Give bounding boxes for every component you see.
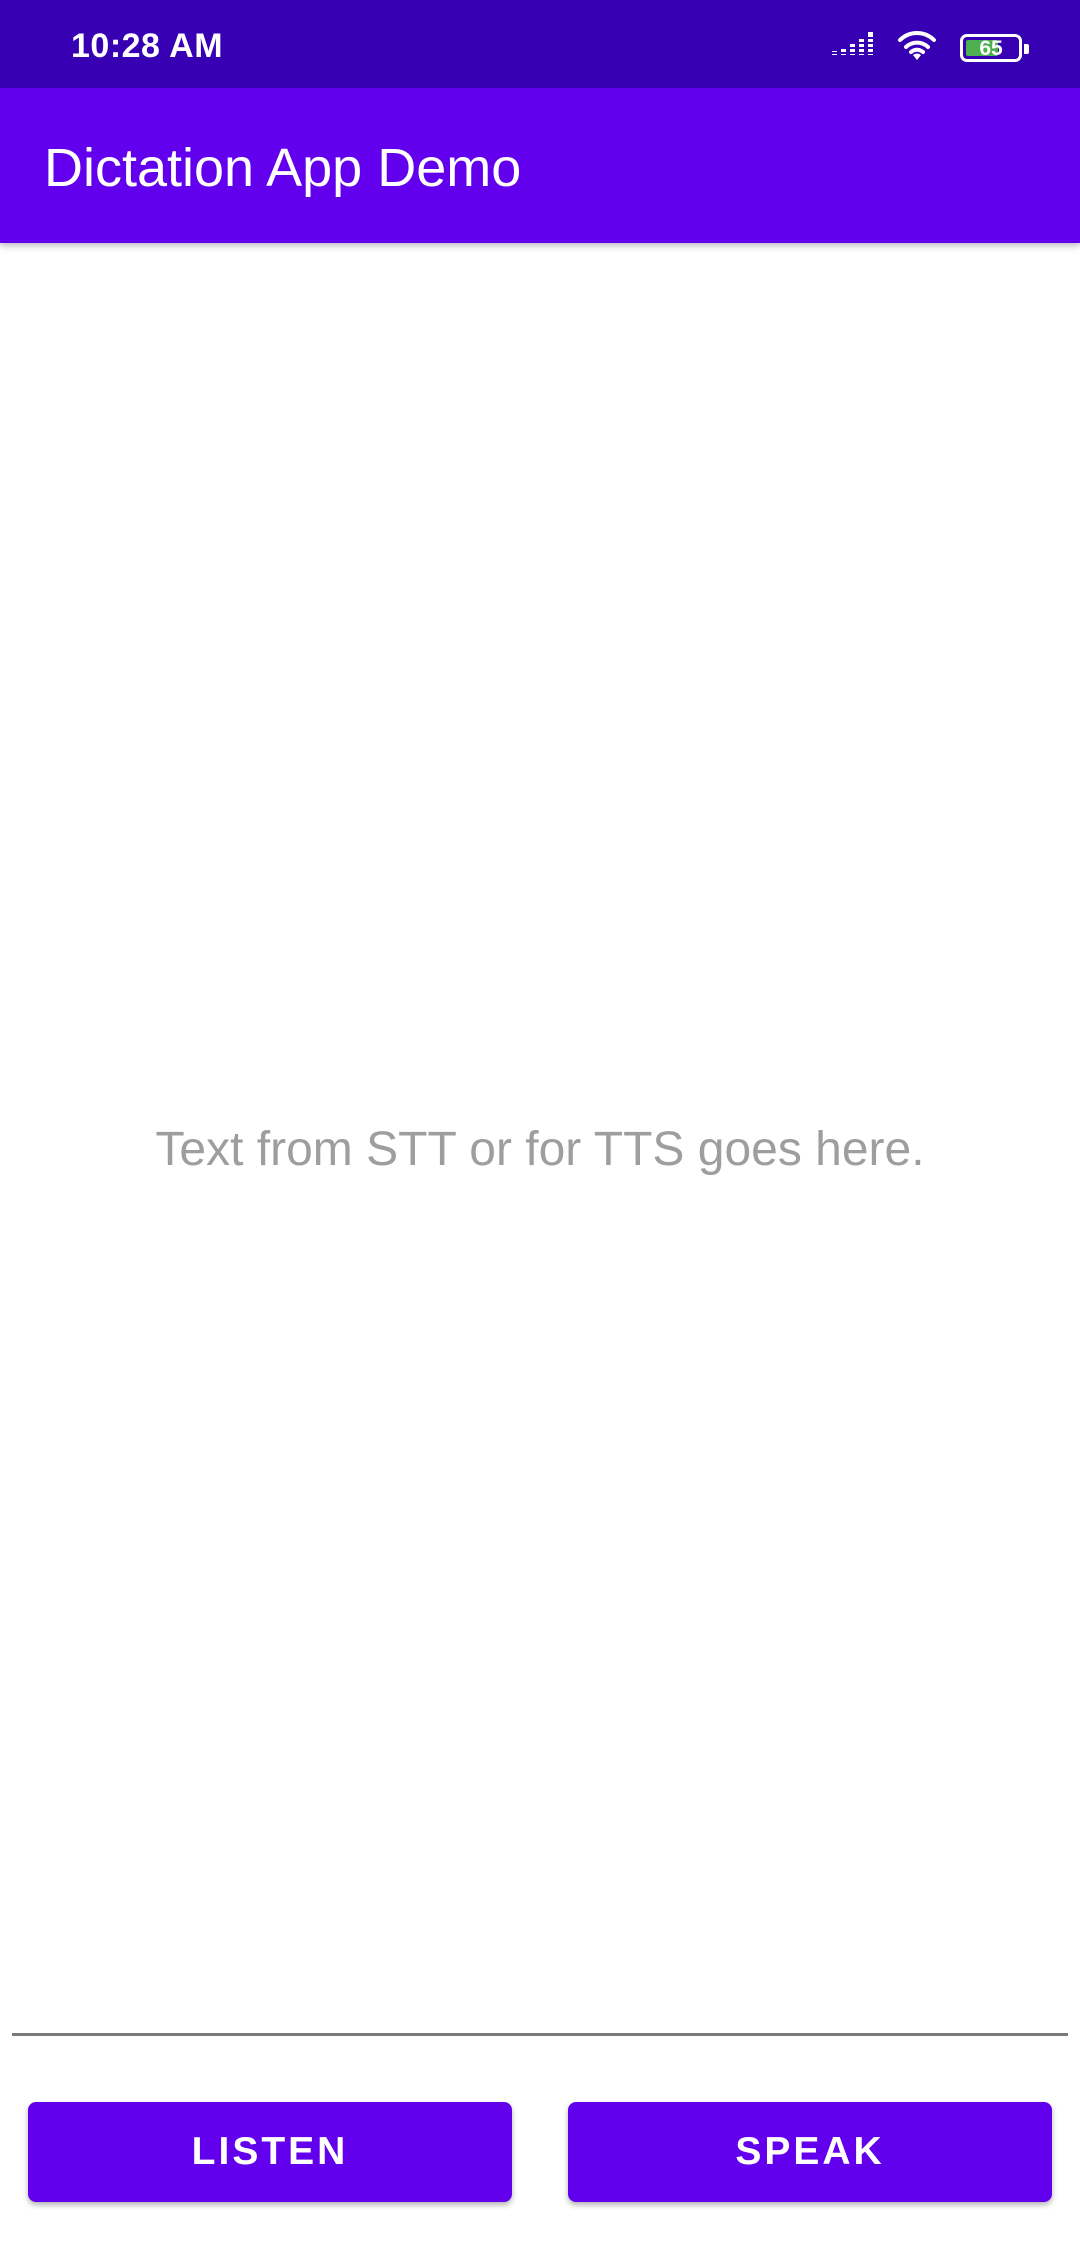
app-screen: 10:28 AM 65 Dictation App Demo Text from… xyxy=(0,0,1080,2246)
battery-icon: 65 xyxy=(960,34,1029,62)
wifi-icon xyxy=(896,30,938,67)
divider xyxy=(12,2033,1068,2036)
status-icons: 65 xyxy=(832,28,1029,68)
battery-tip xyxy=(1024,44,1029,54)
page-title: Dictation App Demo xyxy=(44,138,522,198)
battery-level: 65 xyxy=(979,37,1003,60)
speak-button[interactable]: SPEAK xyxy=(568,2102,1052,2202)
status-time: 10:28 AM xyxy=(71,27,224,65)
dictation-text-area[interactable]: Text from STT or for TTS goes here. xyxy=(0,1120,1080,1180)
listen-button[interactable]: LISTEN xyxy=(28,2102,512,2202)
signal-icon xyxy=(832,31,874,66)
app-bar: Dictation App Demo xyxy=(0,88,1080,243)
status-bar: 10:28 AM 65 xyxy=(0,0,1080,88)
